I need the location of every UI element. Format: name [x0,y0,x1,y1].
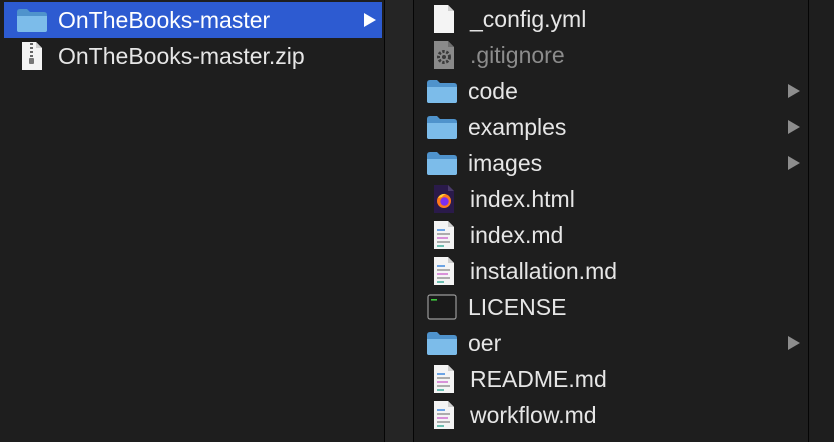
list-item-folder[interactable]: code [414,73,808,109]
list-item-folder[interactable]: examples [414,109,808,145]
item-label: _config.yml [470,5,587,32]
folder-icon [426,148,458,178]
text-document-icon [428,364,460,394]
zip-file-icon [16,41,48,71]
disclosure-arrow-icon [788,336,800,350]
list-item-folder[interactable]: oer [414,325,808,361]
text-document-icon [428,400,460,430]
folder-icon [426,76,458,106]
text-document-icon [428,220,460,250]
disclosure-arrow-icon [788,120,800,134]
folder-icon [426,328,458,358]
item-label: images [468,149,543,176]
folder-icon [426,112,458,142]
item-label: examples [468,113,567,140]
column-gutter [385,0,413,442]
item-label: .gitignore [470,41,565,68]
contents-column[interactable]: _config.yml .gitignore code examples ima… [414,0,808,442]
finder-column-view: OnTheBooks-master OnTheBooks-master.zip … [0,0,834,442]
list-item-file[interactable]: LICENSE [414,289,808,325]
list-item-file[interactable]: workflow.md [414,397,808,433]
list-item-folder[interactable]: OnTheBooks-master [4,2,382,38]
list-item-file[interactable]: installation.md [414,253,808,289]
list-item-file[interactable]: index.html [414,181,808,217]
list-item-file[interactable]: index.md [414,217,808,253]
item-label: LICENSE [468,293,567,320]
item-label: oer [468,329,502,356]
list-item-folder[interactable]: images [414,145,808,181]
next-column-strip [809,0,834,442]
disclosure-arrow-icon [788,84,800,98]
list-item-file[interactable]: README.md [414,361,808,397]
item-label: OnTheBooks-master.zip [58,42,305,69]
item-label: README.md [470,365,607,392]
item-label: index.html [470,185,575,212]
item-label: installation.md [470,257,618,284]
disclosure-arrow-icon [788,156,800,170]
disclosure-arrow-icon [364,13,376,27]
document-icon [428,4,460,34]
list-item-file[interactable]: _config.yml [414,1,808,37]
item-label: code [468,77,518,104]
text-document-icon [428,256,460,286]
item-label: index.md [470,221,564,248]
terminal-executable-icon [426,292,458,322]
parent-column[interactable]: OnTheBooks-master OnTheBooks-master.zip [0,0,384,442]
list-item-file[interactable]: .gitignore [414,37,808,73]
gear-document-icon [428,40,460,70]
folder-icon [16,5,48,35]
item-label: OnTheBooks-master [58,6,271,33]
firefox-html-icon [428,184,460,214]
list-item-zip[interactable]: OnTheBooks-master.zip [0,38,384,74]
item-label: workflow.md [470,401,597,428]
